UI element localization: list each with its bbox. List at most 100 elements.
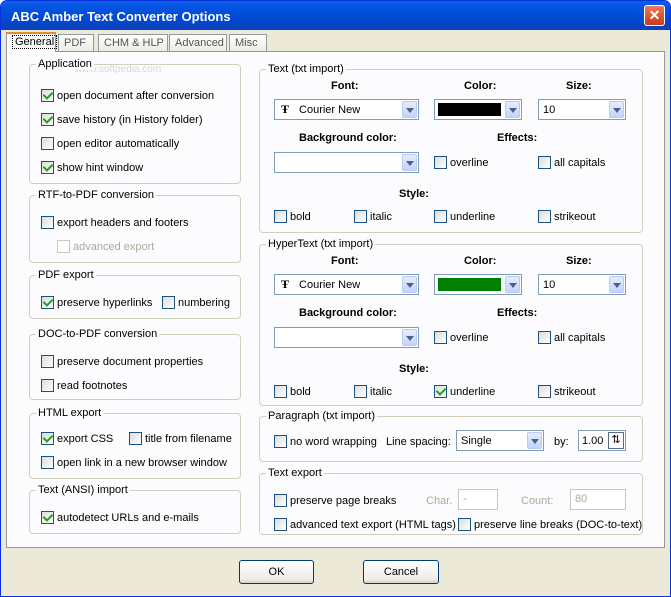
checkbox-box[interactable] [162,296,175,309]
checkbox-box[interactable] [434,210,447,223]
count-spinner: 80 [570,489,626,510]
font-select[interactable]: Ŧ Courier New [274,99,419,120]
chevron-down-icon[interactable] [402,276,417,293]
checkbox-box[interactable] [434,156,447,169]
no-word-wrapping-checkbox[interactable]: no word wrapping [274,435,377,448]
checkbox-box[interactable] [274,518,287,531]
checkbox-box[interactable] [41,432,54,445]
chevron-down-icon[interactable] [402,329,417,346]
chevron-down-icon[interactable] [505,101,520,118]
checkbox-box[interactable] [354,385,367,398]
checkbox-box[interactable] [538,210,551,223]
effects-label: Effects: [497,307,538,319]
open-document-checkbox[interactable]: open document after conversion [41,89,214,102]
checkbox-label: read footnotes [57,379,128,392]
checkbox-box[interactable] [274,494,287,507]
all-capitals-checkbox[interactable]: all capitals [538,156,605,169]
checkbox-box[interactable] [458,518,471,531]
chevron-down-icon[interactable] [527,432,542,449]
checkbox-box[interactable] [434,385,447,398]
checkbox-box[interactable] [274,385,287,398]
advanced-text-export-checkbox[interactable]: advanced text export (HTML tags) [274,518,456,531]
spacing-by-value: 1.00 [582,434,604,447]
checkbox-box[interactable] [274,210,287,223]
chevron-down-icon[interactable] [609,101,624,118]
export-headers-checkbox[interactable]: export headers and footers [41,216,188,229]
tab-misc[interactable]: Misc [229,34,267,51]
close-icon[interactable]: ✕ [644,5,665,26]
checkbox-label: strikeout [554,210,596,223]
line-spacing-select[interactable]: Single [456,430,544,451]
chevron-down-icon[interactable] [402,154,417,171]
font-label: Font: [331,80,359,92]
italic-checkbox[interactable]: italic [354,385,392,398]
chevron-down-icon[interactable] [402,101,417,118]
spin-arrows-icon[interactable]: ⇅ [608,432,624,449]
open-link-new-window-checkbox[interactable]: open link in a new browser window [41,456,227,469]
tab-chm-hlp[interactable]: CHM & HLP [98,34,168,51]
read-footnotes-checkbox[interactable]: read footnotes [41,379,127,392]
title-from-filename-checkbox[interactable]: title from filename [129,432,232,445]
overline-checkbox[interactable]: overline [434,331,489,344]
checkbox-box[interactable] [41,296,54,309]
checkbox-box[interactable] [354,210,367,223]
overline-checkbox[interactable]: overline [434,156,489,169]
export-css-checkbox[interactable]: export CSS [41,432,113,445]
checkbox-box[interactable] [129,432,142,445]
text-import-group: Text (txt import) Font: Color: Size: Ŧ Co… [259,63,643,233]
save-history-checkbox[interactable]: save history (in History folder) [41,113,203,126]
bold-checkbox[interactable]: bold [274,385,311,398]
ok-button[interactable]: OK [239,560,314,584]
line-spacing-value: Single [461,434,492,447]
effects-label: Effects: [497,132,538,144]
numbering-checkbox[interactable]: numbering [162,296,230,309]
checkbox-box[interactable] [41,355,54,368]
group-title: Application [36,58,94,70]
checkbox-box[interactable] [434,331,447,344]
bold-checkbox[interactable]: bold [274,210,311,223]
background-color-select[interactable] [274,152,419,173]
color-select[interactable] [434,99,522,120]
spacing-by-spinner[interactable]: 1.00 ⇅ [578,430,626,451]
strikeout-checkbox[interactable]: strikeout [538,385,596,398]
checkbox-box[interactable] [274,435,287,448]
size-select[interactable]: 10 [538,274,626,295]
font-select[interactable]: Ŧ Courier New [274,274,419,295]
underline-checkbox[interactable]: underline [434,385,495,398]
checkbox-box[interactable] [41,379,54,392]
underline-checkbox[interactable]: underline [434,210,495,223]
preserve-page-breaks-checkbox[interactable]: preserve page breaks [274,494,396,507]
font-label: Font: [331,255,359,267]
autodetect-urls-checkbox[interactable]: autodetect URLs and e-mails [41,511,199,524]
preserve-line-breaks-checkbox[interactable]: preserve line breaks (DOC-to-text) [458,518,642,531]
show-hint-checkbox[interactable]: show hint window [41,161,143,174]
italic-checkbox[interactable]: italic [354,210,392,223]
checkbox-box[interactable] [41,511,54,524]
background-color-select[interactable] [274,327,419,348]
cancel-button[interactable]: Cancel [363,560,439,584]
chevron-down-icon[interactable] [609,276,624,293]
size-select[interactable]: 10 [538,99,626,120]
open-editor-checkbox[interactable]: open editor automatically [41,137,179,150]
checkbox-box[interactable] [41,113,54,126]
checkbox-label: advanced text export (HTML tags) [290,518,456,531]
checkbox-box[interactable] [538,156,551,169]
tab-general[interactable]: General [6,32,58,52]
preserve-properties-checkbox[interactable]: preserve document properties [41,355,203,368]
color-label: Color: [464,80,497,92]
checkbox-box[interactable] [41,161,54,174]
all-capitals-checkbox[interactable]: all capitals [538,331,605,344]
tab-pdf[interactable]: PDF [58,34,94,51]
checkbox-box[interactable] [538,331,551,344]
tab-advanced[interactable]: Advanced [169,34,227,51]
checkbox-label: show hint window [57,161,144,174]
checkbox-box[interactable] [538,385,551,398]
checkbox-box[interactable] [41,89,54,102]
checkbox-box[interactable] [41,216,54,229]
color-select[interactable] [434,274,522,295]
checkbox-box[interactable] [41,137,54,150]
strikeout-checkbox[interactable]: strikeout [538,210,596,223]
preserve-hyperlinks-checkbox[interactable]: preserve hyperlinks [41,296,152,309]
chevron-down-icon[interactable] [505,276,520,293]
checkbox-box[interactable] [41,456,54,469]
